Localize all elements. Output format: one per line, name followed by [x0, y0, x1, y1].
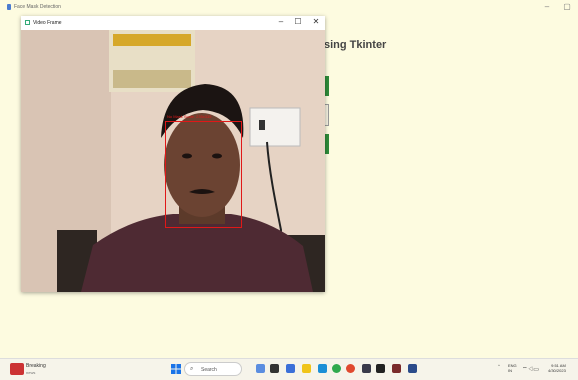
- search-icon: ⌕: [190, 366, 194, 372]
- network-icon[interactable]: ⌔◁▭: [522, 365, 539, 373]
- face-bounding-box: [165, 121, 242, 228]
- clock[interactable]: 9:51 AM 4/30/2023: [548, 363, 566, 373]
- clock-date: 4/30/2023: [548, 368, 566, 373]
- window-icon: [25, 20, 30, 25]
- video-window: Video Frame – ☐ ✕ No Mask Scale: 235x335: [21, 16, 325, 292]
- app-titlebar: Face Mask Detection – ▢: [0, 0, 578, 16]
- windows-start-icon[interactable]: [171, 364, 181, 374]
- tray-chevron-icon[interactable]: ^: [498, 363, 500, 368]
- region-code: IN: [508, 368, 512, 373]
- webcam-frame: No Mask Scale: 235x335: [21, 30, 325, 292]
- app-restore-button[interactable]: ▢: [560, 2, 574, 11]
- chrome-icon[interactable]: [332, 364, 341, 373]
- app-icon-2[interactable]: [376, 364, 385, 373]
- news-icon[interactable]: [10, 363, 24, 375]
- file-explorer-icon[interactable]: [302, 364, 311, 373]
- taskbar-search[interactable]: ⌕ Search: [184, 362, 242, 376]
- news-title[interactable]: Breaking: [26, 363, 46, 369]
- video-window-titlebar: Video Frame – ☐ ✕: [21, 16, 325, 30]
- app-minimize-button[interactable]: –: [540, 2, 554, 11]
- detection-label: No Mask Scale: 235x335: [167, 114, 212, 119]
- chat-icon[interactable]: [286, 364, 295, 373]
- search-placeholder: Search: [201, 367, 217, 373]
- widgets-icon[interactable]: [270, 364, 279, 373]
- minimize-button[interactable]: –: [274, 17, 288, 26]
- news-subtitle: news: [26, 370, 36, 375]
- app-icon-3[interactable]: [392, 364, 401, 373]
- app-title: Face Mask Detection: [14, 4, 61, 10]
- task-view-icon[interactable]: [256, 364, 265, 373]
- taskbar: Breaking news ⌕ Search ^ ENG IN ⌔◁▭ 9:51…: [0, 358, 578, 380]
- language-indicator[interactable]: ENG IN: [508, 363, 517, 373]
- app-icon: [7, 4, 11, 10]
- close-button[interactable]: ✕: [309, 17, 323, 26]
- browser-icon[interactable]: [346, 364, 355, 373]
- app-icon-4[interactable]: [408, 364, 417, 373]
- edge-icon[interactable]: [318, 364, 327, 373]
- video-window-title: Video Frame: [33, 20, 62, 26]
- maximize-button[interactable]: ☐: [291, 17, 305, 26]
- app-heading: sing Tkinter: [324, 39, 387, 51]
- app-icon-1[interactable]: [362, 364, 371, 373]
